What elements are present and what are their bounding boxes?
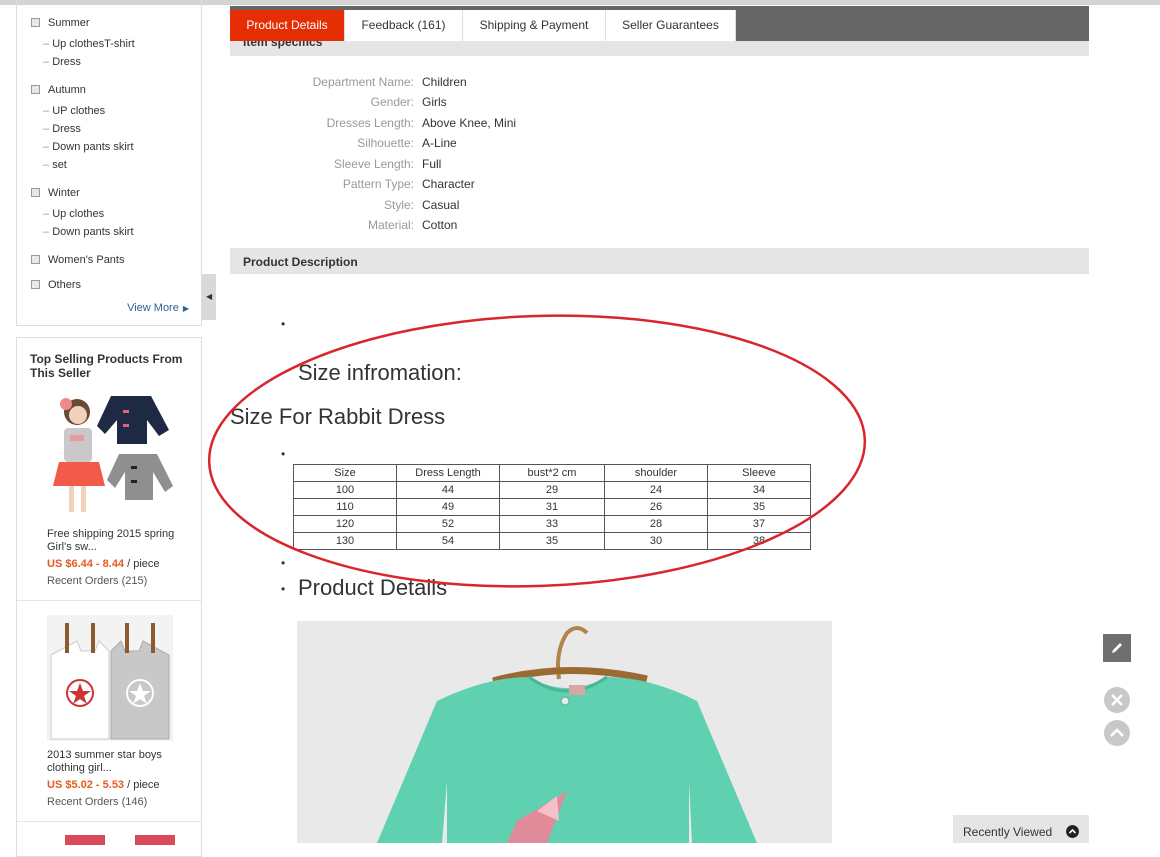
table-cell: 28 (604, 515, 708, 533)
caret-left-icon: ◀ (206, 292, 213, 301)
table-cell: 35 (499, 532, 605, 550)
size-for-heading: Size For Rabbit Dress (230, 404, 446, 429)
tab-feedback[interactable]: Feedback (161) (345, 10, 463, 41)
spec-row: Pattern Type: Character (342, 177, 475, 191)
table-row: 120 52 33 28 37 (293, 515, 811, 533)
table-cell: 100 (293, 481, 397, 499)
subcategory-link[interactable]: Down pants skirt (43, 141, 133, 153)
product-description-header: Product Description (230, 248, 1089, 274)
size-info-heading: Size infromation: (298, 360, 462, 385)
subcategory-link[interactable]: UP clothes (43, 105, 105, 117)
subcategory-link[interactable]: Up clothes (43, 208, 104, 220)
table-cell: 52 (396, 515, 500, 533)
table-cell: 34 (707, 481, 811, 499)
tab-seller-guarantees[interactable]: Seller Guarantees (606, 10, 736, 41)
subcategory-link[interactable]: Dress (43, 56, 81, 68)
table-cell: 110 (293, 498, 397, 516)
category-others[interactable]: Others (31, 279, 81, 291)
table-cell: 33 (499, 515, 605, 533)
table-cell: 31 (499, 498, 605, 516)
table-row: 110 49 31 26 35 (293, 498, 811, 516)
table-header-cell: bust*2 cm (499, 464, 605, 482)
expand-icon (31, 187, 40, 197)
pencil-icon (1112, 643, 1122, 653)
table-cell: 54 (396, 532, 500, 550)
product-price: US $6.44 - 8.44 / piece (47, 558, 160, 570)
expand-icon (31, 84, 40, 94)
close-button[interactable] (1103, 686, 1131, 714)
product-recent-orders: Recent Orders (146) (47, 796, 148, 808)
product-photo (297, 621, 832, 843)
divider (17, 600, 201, 601)
annotation-ellipse (207, 314, 867, 588)
table-cell: 44 (396, 481, 500, 499)
spec-row: Style: Casual (383, 198, 460, 212)
table-cell: 29 (499, 481, 605, 499)
subcategory-link[interactable]: Dress (43, 123, 81, 135)
spec-row: Dresses Length: Above Knee, Mini (326, 116, 517, 130)
table-cell: 38 (707, 532, 811, 550)
chevron-up-icon (1104, 720, 1130, 746)
table-row: 100 44 29 24 34 (293, 481, 811, 499)
table-header-cell: Size (293, 464, 397, 482)
subcategory-link[interactable]: Up clothesT-shirt (43, 38, 135, 50)
table-cell: 35 (707, 498, 811, 516)
chevron-up-icon (1066, 825, 1079, 838)
expand-icon (31, 17, 40, 27)
table-header-cell: Dress Length (396, 464, 500, 482)
list-bullet: • (281, 317, 286, 331)
expand-icon (31, 254, 40, 264)
table-header-cell: Sleeve (707, 464, 811, 482)
tab-product-details[interactable]: Product Details (230, 10, 345, 41)
category-summer[interactable]: Summer (31, 17, 90, 29)
view-more-link[interactable]: View More ▶ (127, 302, 189, 314)
product-name-link[interactable]: Free shipping 2015 spring Girl's sw... (47, 528, 177, 554)
spec-row: Department Name: Children (312, 75, 467, 89)
spec-row: Sleeve Length: Full (333, 157, 442, 171)
table-cell: 37 (707, 515, 811, 533)
size-table: Size Dress Length bust*2 cm shoulder Sle… (293, 464, 811, 550)
category-womens-pants[interactable]: Women's Pants (31, 254, 124, 266)
table-cell: 49 (396, 498, 500, 516)
top-selling-title: Top Selling Products From This Seller (30, 352, 183, 380)
subcategory-link[interactable]: set (43, 159, 67, 171)
table-cell: 130 (293, 532, 397, 550)
table-header-cell: shoulder (604, 464, 708, 482)
spec-row: Silhouette: A-Line (357, 136, 457, 150)
list-bullet: • (281, 556, 286, 570)
product-details-heading: Product Details (298, 575, 448, 600)
spec-row: Gender: Girls (370, 95, 447, 109)
list-bullet: • (281, 582, 286, 596)
expand-icon (31, 279, 40, 289)
product-image[interactable] (47, 615, 173, 741)
table-header-row: Size Dress Length bust*2 cm shoulder Sle… (293, 464, 811, 482)
tab-shipping-payment[interactable]: Shipping & Payment (463, 10, 606, 41)
table-cell: 30 (604, 532, 708, 550)
product-name-link[interactable]: 2013 summer star boys clothing girl... (47, 749, 177, 775)
list-bullet: • (281, 447, 286, 461)
subcategory-link[interactable]: Down pants skirt (43, 226, 133, 238)
recently-viewed-bar[interactable]: Recently Viewed (953, 815, 1089, 843)
table-row: 130 54 35 30 38 (293, 532, 811, 550)
product-image[interactable] (65, 835, 175, 845)
top-selling-panel: Top Selling Products From This Seller Fr… (16, 337, 202, 857)
feedback-edit-button[interactable] (1103, 634, 1131, 662)
table-cell: 26 (604, 498, 708, 516)
product-image[interactable] (47, 390, 173, 516)
product-recent-orders: Recent Orders (215) (47, 575, 148, 587)
category-autumn[interactable]: Autumn (31, 84, 86, 96)
spec-row: Material: Cotton (367, 218, 458, 232)
caret-right-icon: ▶ (182, 304, 189, 313)
back-to-top-button[interactable] (1103, 719, 1131, 747)
divider (17, 821, 201, 822)
close-icon (1104, 687, 1130, 713)
sidebar-collapse-toggle[interactable]: ◀ (202, 274, 216, 320)
category-panel: Summer Up clothesT-shirt Dress Autumn UP… (16, 0, 202, 326)
product-price: US $5.02 - 5.53 / piece (47, 779, 160, 791)
category-winter[interactable]: Winter (31, 187, 80, 199)
table-cell: 24 (604, 481, 708, 499)
table-cell: 120 (293, 515, 397, 533)
item-specifics-header: Item specifics (230, 41, 1089, 56)
detail-tabs: Product Details Feedback (161) Shipping … (230, 6, 1089, 41)
